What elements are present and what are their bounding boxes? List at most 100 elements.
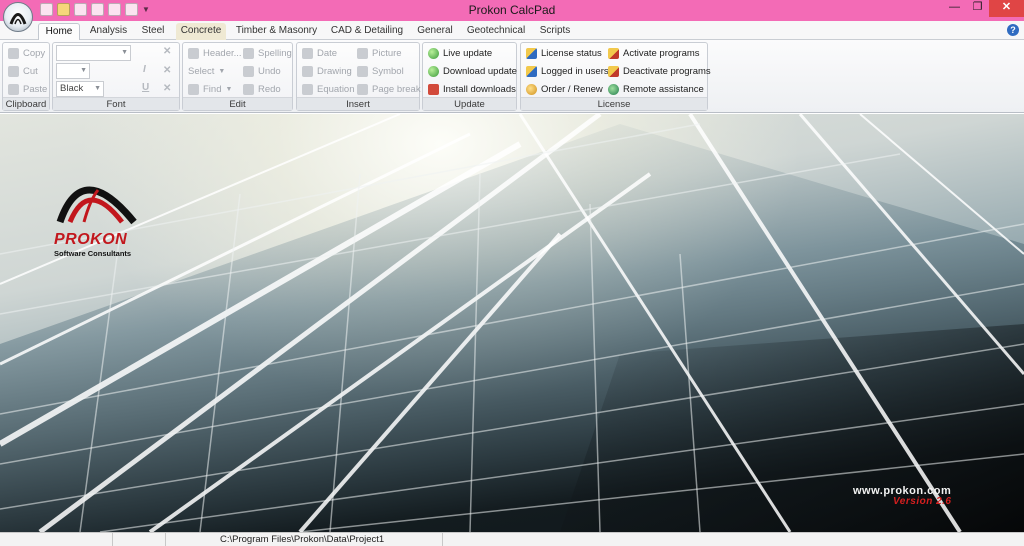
- copy-button[interactable]: Copy: [8, 45, 45, 62]
- font-color-value: Black: [60, 83, 84, 94]
- page-break-icon: [357, 84, 368, 95]
- chevron-down-icon: ▼: [80, 67, 87, 74]
- page-break-label: Page break: [372, 84, 421, 95]
- tab-timber-masonry[interactable]: Timber & Masonry: [235, 23, 318, 40]
- license-group: License status Activate programs Logged …: [520, 42, 711, 111]
- deactivate-programs-label: Deactivate programs: [623, 66, 711, 77]
- help-icon[interactable]: ?: [1007, 24, 1019, 36]
- application-menu-button[interactable]: [3, 2, 33, 32]
- undo-icon: [243, 66, 254, 77]
- redo-label: Redo: [258, 84, 281, 95]
- scissors-icon: [8, 66, 19, 77]
- status-bar: C:\Program Files\Prokon\Data\Project1: [0, 532, 1024, 546]
- symbol-button[interactable]: Symbol: [357, 63, 404, 80]
- license-status-label: License status: [541, 48, 602, 59]
- font-color-combo[interactable]: Black ▼: [56, 81, 104, 97]
- header-icon: [188, 48, 199, 59]
- chevron-down-icon: ▼: [218, 68, 226, 75]
- download-update-button[interactable]: Download update: [428, 63, 517, 80]
- window-controls: — ❐ ✕: [943, 0, 1024, 17]
- license-group-label: License: [521, 97, 707, 110]
- license-status-icon: [526, 48, 537, 59]
- header-button[interactable]: Header...: [188, 45, 242, 62]
- download-update-label: Download update: [443, 66, 517, 77]
- title-bar: ▼ Prokon CalcPad — ❐ ✕: [0, 0, 1024, 21]
- select-label: Select: [188, 66, 215, 77]
- minimize-button[interactable]: —: [943, 0, 966, 17]
- live-update-button[interactable]: Live update: [428, 45, 492, 62]
- copy-icon: [8, 48, 19, 59]
- license-status-button[interactable]: License status: [526, 45, 602, 62]
- equation-icon: [302, 84, 313, 95]
- header-label: Header...: [203, 48, 242, 59]
- copy-label: Copy: [23, 48, 46, 59]
- font-family-combo[interactable]: ▼: [56, 45, 131, 61]
- font-group-label: Font: [53, 97, 179, 110]
- logged-in-users-button[interactable]: Logged in users: [526, 63, 609, 80]
- find-button[interactable]: Find ▼: [188, 81, 232, 98]
- undo-button[interactable]: Undo: [243, 63, 281, 80]
- chevron-down-icon: ▼: [225, 86, 233, 93]
- deactivate-key-icon: [608, 66, 619, 77]
- tab-geotechnical[interactable]: Geotechnical: [466, 23, 526, 40]
- picture-button[interactable]: Picture: [357, 45, 402, 62]
- status-separator: [442, 533, 443, 546]
- status-path: C:\Program Files\Prokon\Data\Project1: [220, 534, 385, 545]
- tab-cad-detailing[interactable]: CAD & Detailing: [330, 23, 404, 40]
- drawing-icon: [302, 66, 313, 77]
- live-update-label: Live update: [443, 48, 493, 59]
- underline-button[interactable]: U: [142, 82, 149, 93]
- spelling-label: Spelling: [258, 48, 292, 59]
- order-icon: [526, 84, 537, 95]
- select-button[interactable]: Select ▼: [188, 63, 225, 80]
- order-renew-label: Order / Renew: [541, 84, 603, 95]
- paste-label: Paste: [23, 84, 48, 95]
- font-group: ▼ ▼ Black ▼ ✕ I ✕ U ✕ Font: [52, 42, 180, 111]
- restore-button[interactable]: ❐: [966, 0, 989, 17]
- version-text: Version 2.6: [893, 496, 952, 507]
- italic-button[interactable]: I: [143, 64, 146, 75]
- status-separator: [112, 533, 113, 546]
- redo-button[interactable]: Redo: [243, 81, 281, 98]
- drawing-label: Drawing: [317, 66, 352, 77]
- tab-analysis[interactable]: Analysis: [86, 23, 131, 40]
- install-icon: [428, 84, 439, 95]
- tab-steel[interactable]: Steel: [138, 23, 168, 40]
- superscript-icon[interactable]: ✕: [163, 83, 171, 94]
- glass-building-image: [0, 114, 1024, 532]
- tab-concrete[interactable]: Concrete: [176, 23, 226, 40]
- install-downloads-button[interactable]: Install downloads: [428, 81, 516, 98]
- subscript-icon[interactable]: ✕: [163, 65, 171, 76]
- date-button[interactable]: Date: [302, 45, 337, 62]
- paste-icon: [8, 84, 19, 95]
- equation-button[interactable]: Equation: [302, 81, 355, 98]
- clear-format-icon[interactable]: ✕: [163, 46, 171, 57]
- spelling-icon: [243, 48, 254, 59]
- symbol-icon: [357, 66, 368, 77]
- page-break-button[interactable]: Page break: [357, 81, 421, 98]
- date-label: Date: [317, 48, 338, 59]
- update-group: Live update Download update Install down…: [422, 42, 517, 111]
- tab-general[interactable]: General: [416, 23, 454, 40]
- status-separator: [165, 533, 166, 546]
- undo-label: Undo: [258, 66, 281, 77]
- activate-programs-button[interactable]: Activate programs: [608, 45, 700, 62]
- tab-scripts[interactable]: Scripts: [538, 23, 572, 40]
- brand-subtitle: Software Consultants: [54, 249, 132, 258]
- paste-button[interactable]: Paste: [8, 81, 47, 98]
- drawing-button[interactable]: Drawing: [302, 63, 352, 80]
- binoculars-icon: [188, 84, 199, 95]
- order-renew-button[interactable]: Order / Renew: [526, 81, 603, 98]
- deactivate-programs-button[interactable]: Deactivate programs: [608, 63, 711, 80]
- logged-in-users-label: Logged in users: [541, 66, 609, 77]
- chevron-down-icon: ▼: [94, 85, 101, 92]
- ribbon: Copy Cut Paste Clipboard ▼ ▼ Black ▼ ✕ I…: [0, 40, 1024, 113]
- close-button[interactable]: ✕: [989, 0, 1024, 17]
- remote-assistance-button[interactable]: Remote assistance: [608, 81, 704, 98]
- spelling-button[interactable]: Spelling: [243, 45, 292, 62]
- chevron-down-icon: ▼: [121, 49, 128, 56]
- tab-home[interactable]: Home: [38, 23, 80, 40]
- cut-button[interactable]: Cut: [8, 63, 38, 80]
- users-icon: [526, 66, 537, 77]
- font-size-combo[interactable]: ▼: [56, 63, 90, 79]
